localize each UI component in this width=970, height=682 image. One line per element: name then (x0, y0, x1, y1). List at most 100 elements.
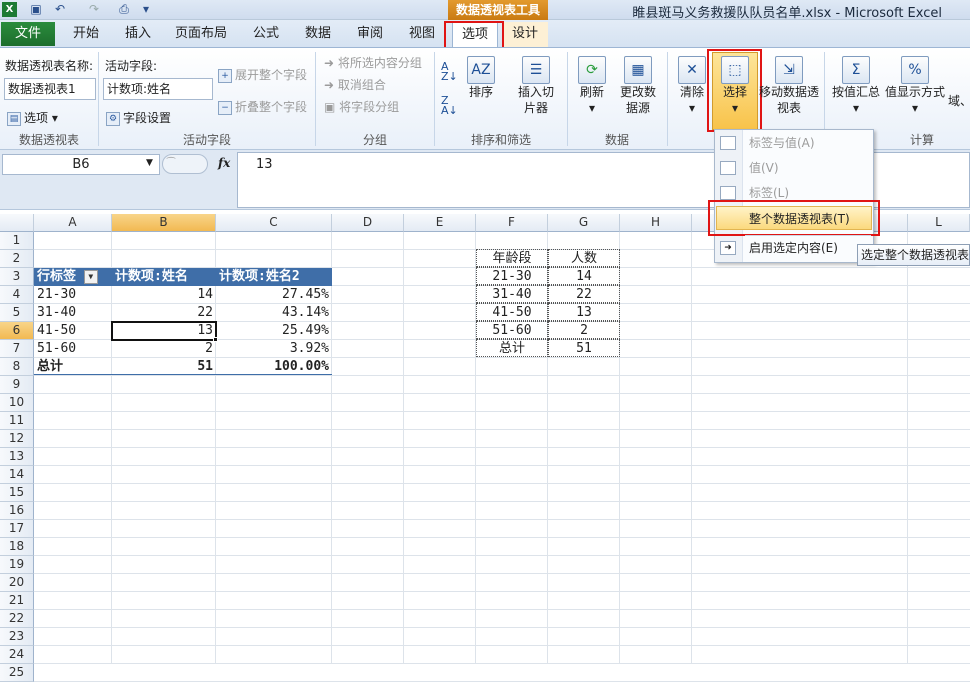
pivot-row-label[interactable]: 51-60 (34, 340, 112, 358)
pivot-options-button[interactable]: ▤ 选项 ▾ (7, 109, 58, 126)
row-header[interactable]: 12 (0, 430, 34, 448)
row-header[interactable]: 23 (0, 628, 34, 646)
pivot-header-count[interactable]: 计数项:姓名 (112, 268, 216, 286)
tab-design[interactable]: 设计 (502, 22, 548, 48)
column-header[interactable]: B (112, 214, 216, 232)
row-header[interactable]: 15 (0, 484, 34, 502)
summarize-by-button[interactable]: Σ 按值汇总 ▾ (830, 56, 882, 116)
row-header[interactable]: 6 (0, 322, 34, 340)
clear-button[interactable]: ✕ 清除 ▾ (674, 56, 710, 116)
column-header[interactable]: H (620, 214, 692, 232)
field-settings-button[interactable]: ⚙ 字段设置 (106, 109, 171, 126)
formula-bar-grip-icon[interactable]: ⁀ (162, 154, 208, 174)
expand-field-button[interactable]: + 展开整个字段 (218, 66, 307, 83)
table-count-cell[interactable]: 22 (548, 285, 620, 303)
column-header[interactable]: D (332, 214, 404, 232)
table-age-cell[interactable]: 31-40 (476, 285, 548, 303)
pivot-percent-cell[interactable]: 27.45% (216, 286, 332, 304)
column-header[interactable]: C (216, 214, 332, 232)
fill-handle[interactable] (213, 337, 218, 342)
sort-za-icon[interactable]: Z A↓ (441, 95, 458, 116)
table-header-age[interactable]: 年龄段 (476, 249, 548, 267)
sort-az-icon[interactable]: A Z↓ (441, 61, 458, 82)
menu-item-labels-values[interactable]: 标签与值(A) (714, 131, 874, 155)
row-header[interactable]: 13 (0, 448, 34, 466)
collapse-field-button[interactable]: − 折叠整个字段 (218, 98, 307, 115)
row-header[interactable]: 21 (0, 592, 34, 610)
select-all-corner[interactable] (0, 214, 34, 232)
row-header[interactable]: 4 (0, 286, 34, 304)
group-field-button[interactable]: ▣ 将字段分组 (324, 98, 399, 115)
refresh-button[interactable]: ⟳ 刷新 ▾ (574, 56, 610, 116)
filter-dropdown-icon[interactable]: ▼ (83, 269, 98, 284)
pivot-row-label[interactable]: 41-50 (34, 322, 112, 340)
ungroup-button[interactable]: ➜ 取消组合 (324, 76, 386, 93)
tab-insert[interactable]: 插入 (118, 24, 158, 46)
row-header[interactable]: 19 (0, 556, 34, 574)
tab-formulas[interactable]: 公式 (246, 24, 286, 46)
pivot-count-cell[interactable]: 2 (112, 340, 216, 358)
pivot-name-input[interactable]: 数据透视表1 (4, 78, 96, 100)
pivot-total-percent[interactable]: 100.00% (216, 358, 332, 376)
column-header[interactable]: G (548, 214, 620, 232)
fields-items-button[interactable]: 域、 (948, 92, 970, 109)
change-source-button[interactable]: ▦ 更改数据源 (614, 56, 662, 116)
save-icon[interactable]: ▣ (28, 2, 44, 17)
tab-page-layout[interactable]: 页面布局 (170, 24, 232, 46)
redo-icon[interactable]: ↷ (86, 2, 102, 17)
pivot-percent-cell[interactable]: 3.92% (216, 340, 332, 358)
table-total-label[interactable]: 总计 (476, 339, 548, 357)
column-header[interactable]: E (404, 214, 476, 232)
row-header[interactable]: 11 (0, 412, 34, 430)
table-total-value[interactable]: 51 (548, 339, 620, 357)
row-header[interactable]: 2 (0, 250, 34, 268)
row-header[interactable]: 14 (0, 466, 34, 484)
row-header[interactable]: 1 (0, 232, 34, 250)
table-count-cell[interactable]: 14 (548, 267, 620, 285)
column-header[interactable]: L (908, 214, 970, 232)
menu-item-enable-selection[interactable]: 启用选定内容(E) (714, 236, 874, 260)
name-box[interactable]: B6 (2, 154, 160, 175)
pivot-total-count[interactable]: 51 (112, 358, 216, 376)
print-preview-icon[interactable]: ⎙ (116, 2, 132, 17)
table-header-count[interactable]: 人数 (548, 249, 620, 267)
tab-file[interactable]: 文件 (1, 22, 55, 46)
table-count-cell[interactable]: 2 (548, 321, 620, 339)
name-box-dropdown-icon[interactable]: ▼ (146, 158, 153, 168)
pivot-percent-cell[interactable]: 25.49% (216, 322, 332, 340)
insert-slicer-button[interactable]: ☰ 插入切片器 (510, 56, 562, 116)
pivot-row-label[interactable]: 31-40 (34, 304, 112, 322)
customize-qat-icon[interactable]: ▾ (138, 2, 154, 17)
table-count-cell[interactable]: 13 (548, 303, 620, 321)
row-header[interactable]: 22 (0, 610, 34, 628)
row-header[interactable]: 20 (0, 574, 34, 592)
group-selection-button[interactable]: ➜ 将所选内容分组 (324, 54, 422, 71)
undo-icon[interactable]: ↶ (52, 2, 68, 17)
row-header[interactable]: 17 (0, 520, 34, 538)
tab-review[interactable]: 审阅 (350, 24, 390, 46)
row-header[interactable]: 3 (0, 268, 34, 286)
row-header[interactable]: 25 (0, 664, 34, 682)
pivot-row-labels-header[interactable]: 行标签 ▼ (34, 268, 112, 286)
row-header[interactable]: 8 (0, 358, 34, 376)
row-header[interactable]: 9 (0, 376, 34, 394)
move-pivot-button[interactable]: ⇲ 移动数据透视表 (758, 56, 820, 116)
row-header[interactable]: 7 (0, 340, 34, 358)
table-age-cell[interactable]: 51-60 (476, 321, 548, 339)
tab-view[interactable]: 视图 (402, 24, 442, 46)
pivot-total-label[interactable]: 总计 (34, 358, 112, 376)
row-header[interactable]: 24 (0, 646, 34, 664)
pivot-header-count2[interactable]: 计数项:姓名2 (216, 268, 332, 286)
pivot-count-cell[interactable]: 14 (112, 286, 216, 304)
active-field-input[interactable]: 计数项:姓名 (103, 78, 213, 100)
pivot-count-cell[interactable]: 22 (112, 304, 216, 322)
row-header[interactable]: 18 (0, 538, 34, 556)
menu-item-values[interactable]: 值(V) (714, 156, 874, 180)
show-values-as-button[interactable]: % 值显示方式 ▾ (884, 56, 946, 116)
sort-button[interactable]: AZ 排序 (464, 56, 498, 100)
pivot-percent-cell[interactable]: 43.14% (216, 304, 332, 322)
pivot-row-label[interactable]: 21-30 (34, 286, 112, 304)
tab-home[interactable]: 开始 (66, 24, 106, 46)
row-header[interactable]: 10 (0, 394, 34, 412)
table-age-cell[interactable]: 41-50 (476, 303, 548, 321)
